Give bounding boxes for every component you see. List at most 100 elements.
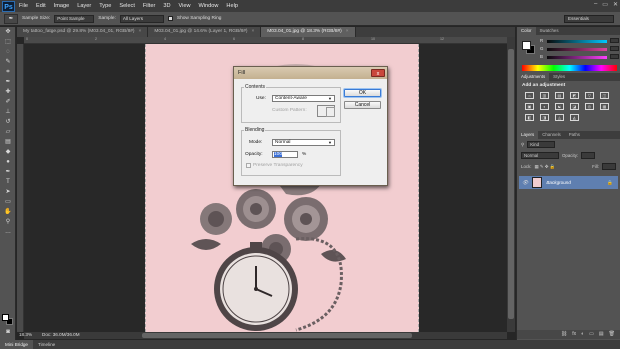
document-tab[interactable]: My tattoo_fatge.psd @ 29.8% (M03.04_01, … [17,27,149,37]
dodge-tool-icon[interactable]: ● [2,158,14,167]
pen-tool-icon[interactable]: ✒ [2,168,14,177]
tab-styles[interactable]: Styles [549,73,569,81]
tab-close-icon[interactable]: × [139,29,142,34]
add-mask-icon[interactable]: ▭ [589,330,594,339]
vertical-scroll-thumb[interactable] [508,49,514,319]
quick-mask-icon[interactable]: ◙ [2,328,14,337]
menu-select[interactable]: Select [115,3,139,9]
gradient-tool-icon[interactable]: ▤ [2,138,14,147]
healing-brush-tool-icon[interactable]: ✚ [2,88,14,97]
lasso-tool-icon[interactable]: ◌ [2,48,14,57]
document-tab-active[interactable]: M03.04_01.jpg @ 18.3% (RGB/8#) × [261,27,356,37]
selective-color-icon[interactable]: ◭ [570,114,579,121]
layer-fill-input[interactable] [602,163,616,170]
color-panel-foreground[interactable] [522,41,531,50]
document-tab[interactable]: M03.04_01.jpg @ 14.6% (Layer 1, RGB/8#) × [148,27,262,37]
zoom-tool-icon[interactable]: ⚲ [2,218,14,227]
green-slider[interactable] [547,48,607,51]
crop-tool-icon[interactable]: ⌗ [2,68,14,77]
path-select-tool-icon[interactable]: ➤ [2,188,14,197]
hue-saturation-icon[interactable]: ◫ [600,92,609,99]
sample-select[interactable]: All Layers [119,14,164,23]
posterize-icon[interactable]: ◧ [525,114,534,121]
color-lookup-icon[interactable]: ◎ [585,103,594,110]
use-select[interactable]: Content-Aware ▼ [272,95,335,102]
menu-3d[interactable]: 3D [159,3,174,9]
close-icon[interactable]: ✕ [613,1,618,8]
color-spectrum[interactable] [522,65,617,71]
trash-icon[interactable]: 🗑 [609,330,615,339]
tab-channels[interactable]: Channels [538,131,565,139]
red-slider[interactable] [547,40,607,43]
clone-stamp-tool-icon[interactable]: ⊥ [2,108,14,117]
photo-filter-icon[interactable]: ☯ [555,103,564,110]
menu-file[interactable]: File [15,3,32,9]
eyedropper-tool-preset-icon[interactable]: ✒ [4,13,18,24]
show-sampling-ring-checkbox[interactable] [167,16,173,21]
lock-icons[interactable]: ▦ ✎ ✥ 🔒 [535,164,556,170]
link-layers-icon[interactable]: ⛓ [561,330,567,339]
horizontal-ruler[interactable]: 0 2 4 6 8 10 12 [24,37,507,44]
maximize-icon[interactable]: ▭ [602,1,608,8]
visibility-eye-icon[interactable]: 👁 [522,180,528,186]
more-tools-icon[interactable]: … [2,228,14,237]
preserve-transparency-checkbox[interactable] [246,163,251,168]
mode-select[interactable]: Normal ▼ [272,139,335,146]
curves-icon[interactable]: ▤ [555,92,564,99]
green-value[interactable] [610,46,619,51]
document-size[interactable]: Doc: 36.0M/36.0M [42,330,80,339]
layer-opacity-input[interactable] [581,152,596,159]
new-layer-icon[interactable]: ▤ [599,330,604,339]
tab-mini-bridge[interactable]: Mini Bridge [0,340,33,349]
dialog-close-button[interactable]: x [371,69,385,77]
quick-select-tool-icon[interactable]: ✎ [2,58,14,67]
channel-mixer-icon[interactable]: ◪ [570,103,579,110]
invert-icon[interactable]: ▦ [600,103,609,110]
ok-button[interactable]: OK [344,89,381,97]
marquee-tool-icon[interactable]: ⬚ [2,38,14,47]
foreground-color-swatch[interactable] [2,314,9,321]
shape-tool-icon[interactable]: ▭ [2,198,14,207]
brightness-contrast-icon[interactable]: ☼ [525,92,534,99]
black-white-icon[interactable]: ◐ [540,103,549,110]
custom-pattern-picker[interactable] [317,105,335,117]
menu-filter[interactable]: Filter [139,3,159,9]
adjustment-layer-icon[interactable]: ◐ [581,330,584,339]
menu-help[interactable]: Help [222,3,242,9]
eraser-tool-icon[interactable]: ▱ [2,128,14,137]
exposure-icon[interactable]: ◩ [570,92,579,99]
opacity-input[interactable]: 100 [272,151,298,158]
tab-layers[interactable]: Layers [517,131,539,139]
tab-paths[interactable]: Paths [565,131,584,139]
color-balance-icon[interactable]: ▣ [525,103,534,110]
layer-style-icon[interactable]: fx [572,330,576,339]
cancel-button[interactable]: Cancel [344,101,381,109]
levels-icon[interactable]: ▥ [540,92,549,99]
dialog-title-bar[interactable]: Fill x [234,67,387,79]
move-tool-icon[interactable]: ✥ [2,28,14,37]
menu-view[interactable]: View [174,3,194,9]
blue-slider[interactable] [547,56,607,59]
vertical-ruler[interactable] [17,44,24,332]
menu-type[interactable]: Type [95,3,115,9]
red-value[interactable] [610,38,619,43]
menu-image[interactable]: Image [50,3,74,9]
blend-mode-select[interactable]: Normal [521,152,559,159]
threshold-icon[interactable]: ◨ [540,114,549,121]
type-tool-icon[interactable]: T [2,178,14,187]
tab-adjustments[interactable]: Adjustments [517,73,550,81]
hand-tool-icon[interactable]: ✋ [2,208,14,217]
layer-row-background[interactable]: 👁 Background 🔒 [519,176,618,189]
tab-swatches[interactable]: Swatches [536,27,563,35]
zoom-level[interactable]: 18.3% [19,330,32,339]
minimize-icon[interactable]: – [594,1,597,8]
workspace-select[interactable]: Essentials [564,15,614,23]
vibrance-icon[interactable]: ▽ [585,92,594,99]
gradient-map-icon[interactable]: ◬ [555,114,564,121]
vertical-scrollbar[interactable] [507,37,515,332]
tab-timeline[interactable]: Timeline [33,340,60,349]
brush-tool-icon[interactable]: ✐ [2,98,14,107]
tab-close-icon[interactable]: × [251,29,254,34]
menu-window[interactable]: Window [195,3,223,9]
blue-value[interactable] [610,54,619,59]
